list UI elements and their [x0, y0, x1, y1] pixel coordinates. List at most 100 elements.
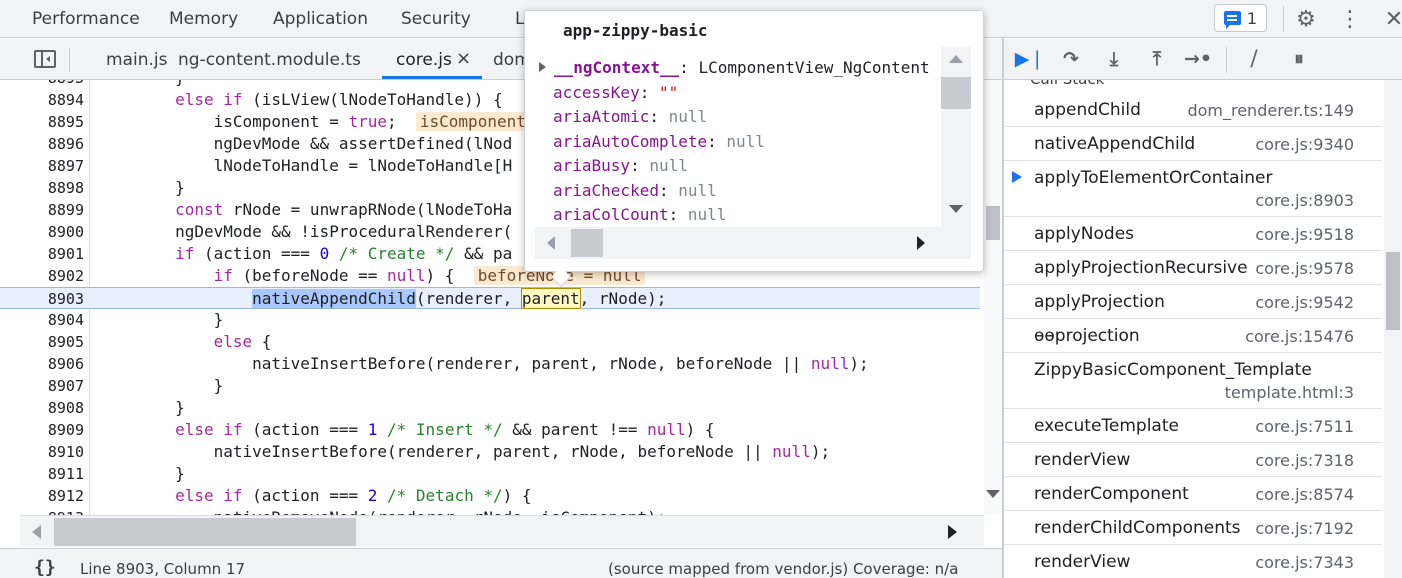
scroll-thumb[interactable] — [1386, 252, 1400, 330]
frame-location[interactable]: core.js:9340 — [1255, 135, 1354, 154]
scroll-left-icon[interactable] — [547, 236, 555, 250]
call-frame[interactable]: executeTemplate core.js:7511 — [1004, 409, 1382, 443]
frame-location[interactable]: core.js:9518 — [1255, 225, 1354, 244]
code-line[interactable]: 8904 } — [0, 309, 980, 331]
tab-security[interactable]: Security — [401, 9, 471, 29]
frame-location[interactable]: template.html:3 — [1225, 383, 1354, 402]
line-number[interactable]: 8896 — [18, 133, 84, 155]
scroll-down-icon[interactable] — [949, 205, 963, 213]
tab-application[interactable]: Application — [273, 9, 368, 29]
call-frame[interactable]: renderChildComponents core.js:7192 — [1004, 511, 1382, 545]
frame-location[interactable]: core.js:7318 — [1255, 451, 1354, 470]
line-number[interactable]: 8898 — [18, 177, 84, 199]
navigator-toggle-icon[interactable] — [34, 50, 56, 68]
call-frame[interactable]: renderView core.js:7343 — [1004, 545, 1382, 578]
frame-location[interactable]: core.js:8574 — [1255, 485, 1354, 504]
line-number[interactable]: 8903 — [18, 288, 84, 310]
pause-on-exceptions-icon[interactable]: ⏸ — [1285, 47, 1313, 71]
frame-location[interactable]: core.js:15476 — [1245, 327, 1354, 346]
scroll-right-icon[interactable] — [948, 525, 957, 539]
step-icon[interactable]: →• — [1184, 47, 1212, 71]
line-number[interactable]: 8904 — [18, 309, 84, 331]
line-number[interactable]: 8910 — [18, 441, 84, 463]
popover-property[interactable]: ariaColCount: null — [553, 203, 726, 227]
popover-property[interactable]: accessKey: "" — [553, 81, 678, 105]
line-number[interactable]: 8905 — [18, 331, 84, 353]
line-number[interactable]: 8902 — [18, 265, 84, 287]
code-line[interactable]: 8903 nativeAppendChild(renderer, parent,… — [0, 287, 980, 309]
line-number[interactable]: 8907 — [18, 375, 84, 397]
step-into-icon[interactable]: ⤓ — [1100, 47, 1128, 71]
call-stack-scrollbar[interactable] — [1384, 80, 1402, 578]
popover-property[interactable]: ariaChecked: null — [553, 179, 717, 203]
horizontal-scrollbar[interactable] — [20, 515, 984, 547]
call-stack-header[interactable]: Call Stack — [1030, 80, 1104, 88]
tab-memory[interactable]: Memory — [169, 9, 238, 29]
scroll-thumb[interactable] — [986, 206, 1000, 240]
call-frame[interactable]: ZippyBasicComponent_Template template.htm… — [1004, 353, 1382, 409]
scroll-thumb[interactable] — [571, 229, 603, 257]
call-frame[interactable]: applyNodes core.js:9518 — [1004, 217, 1382, 251]
step-out-icon[interactable]: ⤒ — [1143, 47, 1171, 71]
line-number[interactable]: 8908 — [18, 397, 84, 419]
line-number[interactable]: 8894 — [18, 89, 84, 111]
code-line[interactable]: 8912 else if (action === 2 /* Detach */)… — [0, 485, 980, 507]
resume-icon[interactable]: ▶❘ — [1015, 47, 1046, 71]
code-line[interactable]: 8910 nativeInsertBefore(renderer, parent… — [0, 441, 980, 463]
popover-properties[interactable]: __ngContext__: LComponentView_NgContent a… — [535, 47, 941, 237]
popover-property[interactable]: ariaAutoComplete: null — [553, 130, 765, 154]
variable-popover[interactable]: app-zippy-basic __ngContext__: LComponen… — [524, 10, 984, 272]
frame-location[interactable]: core.js:7511 — [1255, 417, 1354, 436]
tab-performance[interactable]: Performance — [32, 9, 140, 29]
popover-horizontal-scrollbar[interactable] — [535, 227, 941, 259]
popover-vertical-scrollbar[interactable] — [941, 47, 971, 237]
scroll-thumb[interactable] — [54, 518, 356, 546]
deactivate-breakpoints-icon[interactable]: ⧸ — [1240, 47, 1268, 71]
line-number[interactable]: 8909 — [18, 419, 84, 441]
call-frame[interactable]: renderView core.js:7318 — [1004, 443, 1382, 477]
code-line[interactable]: 8911 } — [0, 463, 980, 485]
call-frame[interactable]: ɵɵprojection core.js:15476 — [1004, 319, 1382, 353]
code-line[interactable]: 8905 else { — [0, 331, 980, 353]
line-number[interactable]: 8912 — [18, 485, 84, 507]
pretty-print-icon[interactable]: {} — [34, 557, 56, 578]
frame-location[interactable]: core.js:7343 — [1255, 553, 1354, 572]
expand-triangle-icon[interactable] — [539, 62, 546, 72]
line-number[interactable]: 8893 — [18, 80, 84, 89]
scroll-down-icon[interactable] — [986, 490, 1000, 498]
line-number[interactable]: 8899 — [18, 199, 84, 221]
frame-location[interactable]: core.js:8903 — [1255, 191, 1354, 210]
more-vert-icon[interactable]: ⋮ — [1335, 4, 1365, 34]
code-line[interactable]: 8907 } — [0, 375, 980, 397]
gear-icon[interactable]: ⚙ — [1291, 4, 1321, 34]
frame-location[interactable]: core.js:9542 — [1255, 293, 1354, 312]
scroll-left-icon[interactable] — [32, 525, 41, 539]
popover-property[interactable]: ariaAtomic: null — [553, 105, 707, 129]
tab-ng-content-module[interactable]: ng-content.module.ts — [178, 50, 361, 70]
close-icon[interactable]: ✕ — [1379, 4, 1402, 34]
call-frame[interactable]: applyProjection core.js:9542 — [1004, 285, 1382, 319]
frame-location[interactable]: core.js:9578 — [1255, 259, 1354, 278]
popover-property[interactable]: __ngContext__: LComponentView_NgContent — [539, 56, 930, 80]
tab-core-js[interactable]: core.js — [396, 50, 452, 70]
line-number[interactable]: 8895 — [18, 111, 84, 133]
code-line[interactable]: 8909 else if (action === 1 /* Insert */ … — [0, 419, 980, 441]
step-over-icon[interactable]: ↷ — [1057, 47, 1085, 71]
call-frame[interactable]: applyToElementOrContainer core.js:8903 — [1004, 161, 1382, 217]
frame-location[interactable]: core.js:7192 — [1255, 519, 1354, 538]
close-tab-icon[interactable]: × — [456, 48, 471, 69]
popover-property[interactable]: ariaBusy: null — [553, 154, 688, 178]
scroll-thumb[interactable] — [941, 77, 971, 109]
frame-location[interactable]: dom_renderer.ts:149 — [1187, 101, 1354, 120]
line-number[interactable]: 8900 — [18, 221, 84, 243]
line-number[interactable]: 8897 — [18, 155, 84, 177]
scroll-up-icon[interactable] — [949, 55, 963, 63]
line-number[interactable]: 8913 — [18, 507, 84, 515]
call-frame[interactable]: appendChild dom_renderer.ts:149 — [1004, 93, 1382, 127]
call-frame[interactable]: renderComponent core.js:8574 — [1004, 477, 1382, 511]
call-frame[interactable]: applyProjectionRecursive core.js:9578 — [1004, 251, 1382, 285]
code-line[interactable]: 8908 } — [0, 397, 980, 419]
code-line[interactable]: 8906 nativeInsertBefore(renderer, parent… — [0, 353, 980, 375]
call-frame[interactable]: nativeAppendChild core.js:9340 — [1004, 127, 1382, 161]
scroll-right-icon[interactable] — [917, 236, 925, 250]
